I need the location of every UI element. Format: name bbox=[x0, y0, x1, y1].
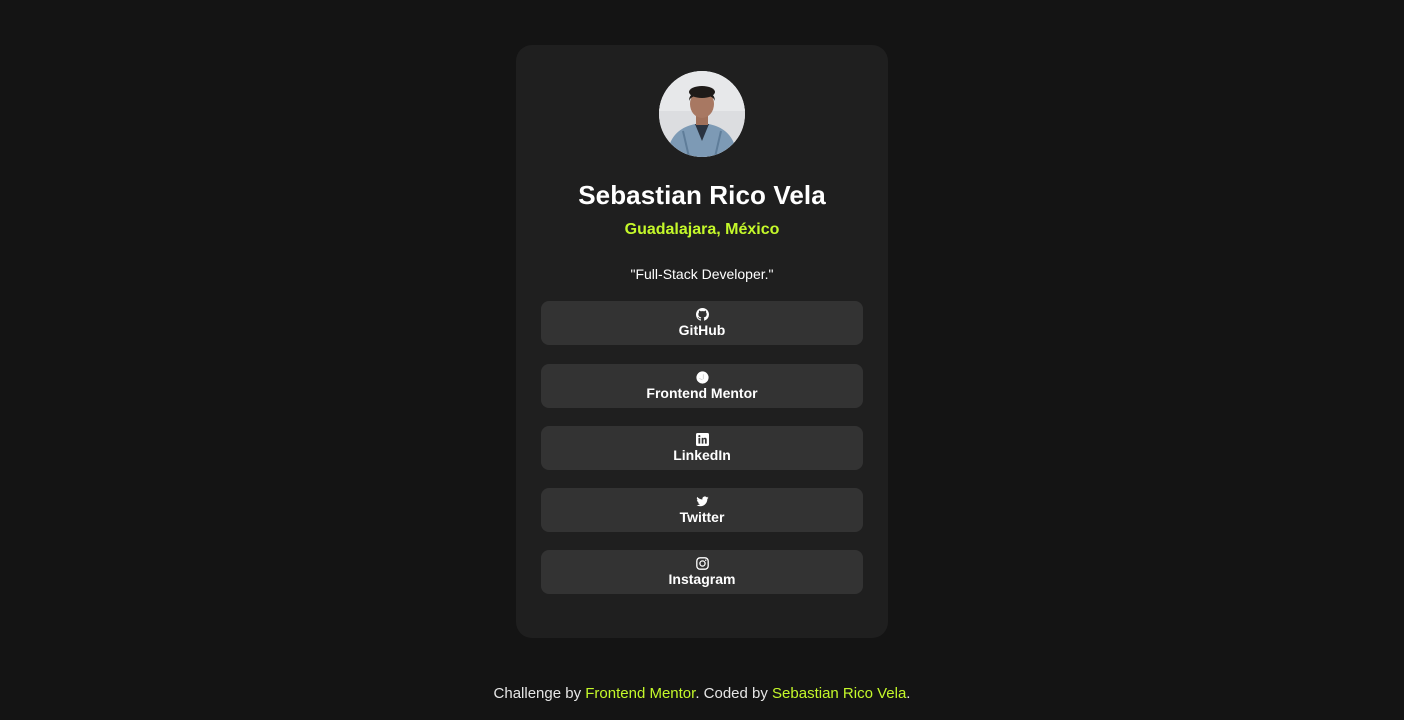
twitter-label: Twitter bbox=[679, 509, 725, 525]
twitter-icon bbox=[695, 495, 709, 508]
footer-suffix: . bbox=[906, 685, 911, 702]
instagram-label: Instagram bbox=[668, 571, 736, 587]
footer-prefix: Challenge by bbox=[493, 685, 586, 702]
attribution-footer: Challenge by Frontend Mentor. Coded by S… bbox=[0, 685, 1404, 702]
instagram-icon bbox=[695, 557, 709, 570]
instagram-button[interactable]: Instagram bbox=[541, 550, 863, 594]
page: Sebastian Rico Vela Guadalajara, México … bbox=[0, 0, 1404, 720]
frontend-mentor-label: Frontend Mentor bbox=[646, 385, 758, 401]
footer-middle: . Coded by bbox=[695, 685, 773, 702]
author-link[interactable]: Sebastian Rico Vela bbox=[772, 685, 906, 702]
profile-bio: "Full-Stack Developer." bbox=[630, 266, 774, 282]
twitter-button[interactable]: Twitter bbox=[541, 488, 863, 532]
linkedin-button[interactable]: LinkedIn bbox=[541, 426, 863, 470]
linkedin-label: LinkedIn bbox=[673, 447, 731, 463]
avatar bbox=[659, 71, 745, 157]
frontend-mentor-button[interactable]: Frontend Mentor bbox=[541, 364, 863, 408]
github-label: GitHub bbox=[678, 322, 726, 338]
profile-card: Sebastian Rico Vela Guadalajara, México … bbox=[516, 45, 888, 638]
linkedin-icon bbox=[695, 433, 709, 446]
profile-location: Guadalajara, México bbox=[624, 221, 780, 238]
frontend-mentor-icon bbox=[695, 371, 709, 384]
github-icon bbox=[695, 308, 709, 321]
challenge-link[interactable]: Frontend Mentor bbox=[585, 685, 695, 702]
profile-name: Sebastian Rico Vela bbox=[578, 180, 826, 210]
github-button[interactable]: GitHub bbox=[541, 301, 863, 345]
